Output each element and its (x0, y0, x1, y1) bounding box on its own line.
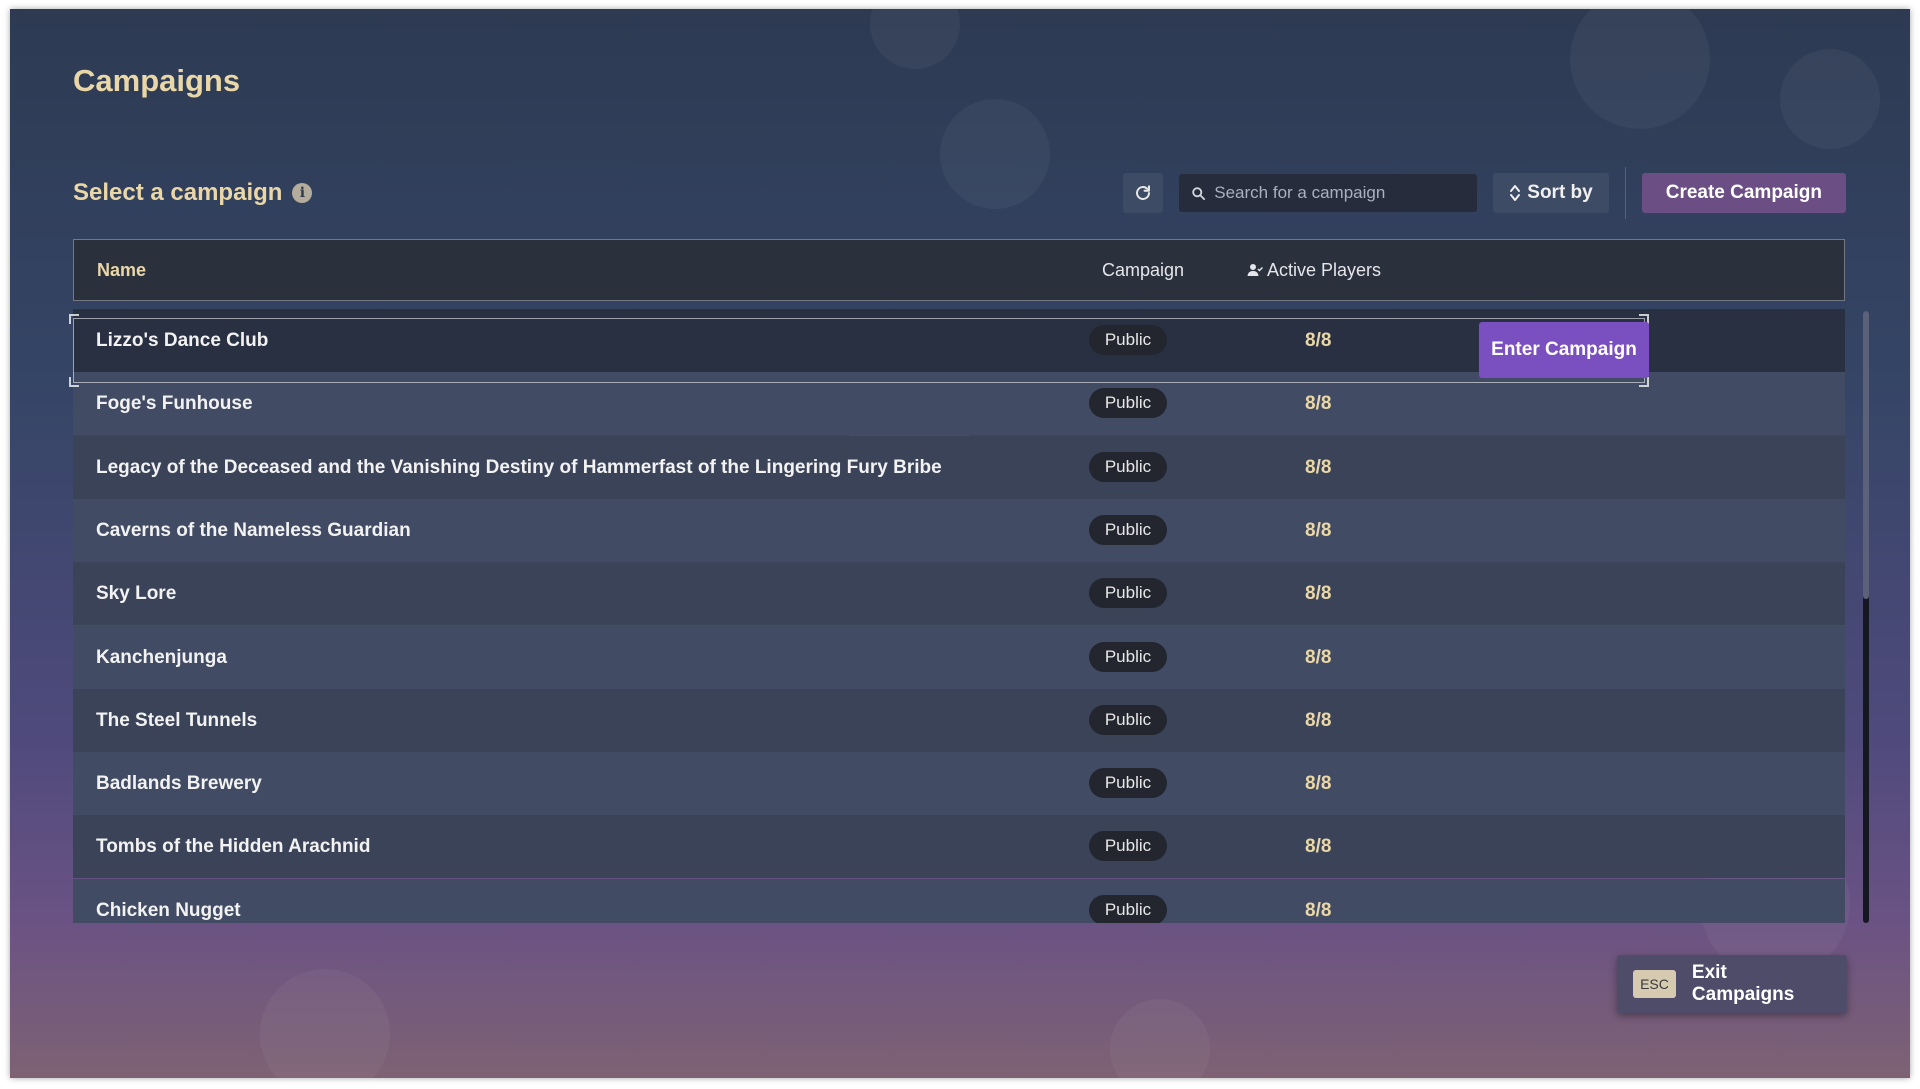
bokeh-decoration (260, 969, 390, 1078)
exit-campaigns-label: Exit Campaigns (1691, 962, 1795, 1005)
active-players-count: 8/8 (1305, 456, 1332, 478)
campaign-name: The Steel Tunnels (96, 709, 258, 731)
scrollbar-thumb[interactable] (1863, 311, 1869, 599)
campaign-name: Caverns of the Nameless Guardian (96, 519, 411, 541)
bokeh-decoration (940, 99, 1050, 209)
column-header-players-label: Active Players (1267, 259, 1382, 280)
campaign-row[interactable]: Kanchenjunga Public 8/8 (73, 626, 1845, 689)
table-header: Name Campaign Active Players (73, 239, 1845, 301)
campaign-row[interactable]: Foge's Funhouse Public 8/8 (73, 372, 1845, 435)
active-players-count: 8/8 (1305, 835, 1332, 857)
active-players-count: 8/8 (1305, 772, 1332, 794)
exit-campaigns-button[interactable]: ESC Exit Campaigns (1617, 955, 1847, 1013)
campaign-row[interactable]: Chicken Nugget Public 8/8 (73, 879, 1845, 923)
visibility-badge: Public (1089, 895, 1167, 923)
campaign-row[interactable]: The Steel Tunnels Public 8/8 (73, 689, 1845, 752)
campaign-name: Sky Lore (96, 582, 177, 604)
campaign-list: Lizzo's Dance Club Public 8/8 Foge's Funhou… (73, 309, 1845, 923)
enter-campaign-button[interactable]: Enter Campaign (1479, 322, 1649, 378)
section-title: Select a campaign (73, 179, 283, 206)
campaign-row[interactable]: Legacy of the Deceased and the Vanishing… (73, 436, 1845, 499)
create-campaign-button[interactable]: Create Campaign (1641, 173, 1846, 213)
sort-icon (1510, 185, 1521, 201)
campaign-name: Chicken Nugget (96, 899, 241, 921)
campaign-row[interactable]: Sky Lore Public 8/8 (73, 562, 1845, 625)
visibility-badge: Public (1089, 325, 1167, 355)
search-icon (1192, 186, 1206, 200)
search-input[interactable] (1212, 182, 1466, 204)
sort-label: Sort by (1527, 182, 1593, 203)
campaign-name: Foge's Funhouse (96, 392, 253, 414)
visibility-badge: Public (1089, 388, 1167, 418)
campaign-row[interactable]: Tombs of the Hidden Arachnid Public 8/8 (73, 815, 1845, 878)
visibility-badge: Public (1089, 452, 1167, 482)
refresh-button[interactable] (1123, 173, 1164, 213)
esc-key-hint: ESC (1633, 970, 1676, 998)
bokeh-decoration (1110, 999, 1210, 1078)
active-players-count: 8/8 (1305, 646, 1332, 668)
bokeh-decoration (1570, 9, 1710, 129)
active-players-count: 8/8 (1305, 582, 1332, 604)
bokeh-decoration (1780, 49, 1880, 149)
column-header-campaign[interactable]: Campaign (1102, 240, 1184, 300)
active-players-count: 8/8 (1305, 709, 1332, 731)
campaigns-screen: Campaigns Select a campaign i Sort by (10, 9, 1910, 1078)
active-players-count: 8/8 (1305, 519, 1332, 541)
column-header-name[interactable]: Name (97, 240, 146, 300)
campaign-name: Legacy of the Deceased and the Vanishing… (96, 456, 942, 478)
toolbar: Sort by Create Campaign (1123, 167, 1846, 219)
list-scrollbar[interactable] (1863, 311, 1869, 923)
info-icon[interactable]: i (292, 183, 313, 203)
visibility-badge: Public (1089, 515, 1167, 545)
user-icon (1247, 264, 1263, 276)
active-players-count: 8/8 (1305, 329, 1332, 351)
visibility-badge: Public (1089, 578, 1167, 608)
page-title: Campaigns (73, 63, 241, 98)
campaign-name: Tombs of the Hidden Arachnid (96, 835, 371, 857)
visibility-badge: Public (1089, 642, 1167, 672)
active-players-count: 8/8 (1305, 392, 1332, 414)
campaign-row[interactable]: Badlands Brewery Public 8/8 (73, 752, 1845, 815)
campaign-row[interactable]: Caverns of the Nameless Guardian Public 8/… (73, 499, 1845, 562)
visibility-badge: Public (1089, 768, 1167, 798)
visibility-badge: Public (1089, 831, 1167, 861)
search-box[interactable] (1179, 174, 1478, 212)
column-header-players[interactable]: Active Players (1247, 240, 1381, 300)
active-players-count: 8/8 (1305, 899, 1332, 921)
refresh-icon (1136, 185, 1151, 200)
campaign-name: Lizzo's Dance Club (96, 329, 269, 351)
visibility-badge: Public (1089, 705, 1167, 735)
bokeh-decoration (870, 9, 960, 69)
toolbar-divider (1624, 167, 1626, 219)
section-header: Select a campaign i (73, 179, 313, 207)
campaign-name: Kanchenjunga (96, 646, 227, 668)
campaign-name: Badlands Brewery (96, 772, 262, 794)
sort-button[interactable]: Sort by (1493, 173, 1609, 213)
